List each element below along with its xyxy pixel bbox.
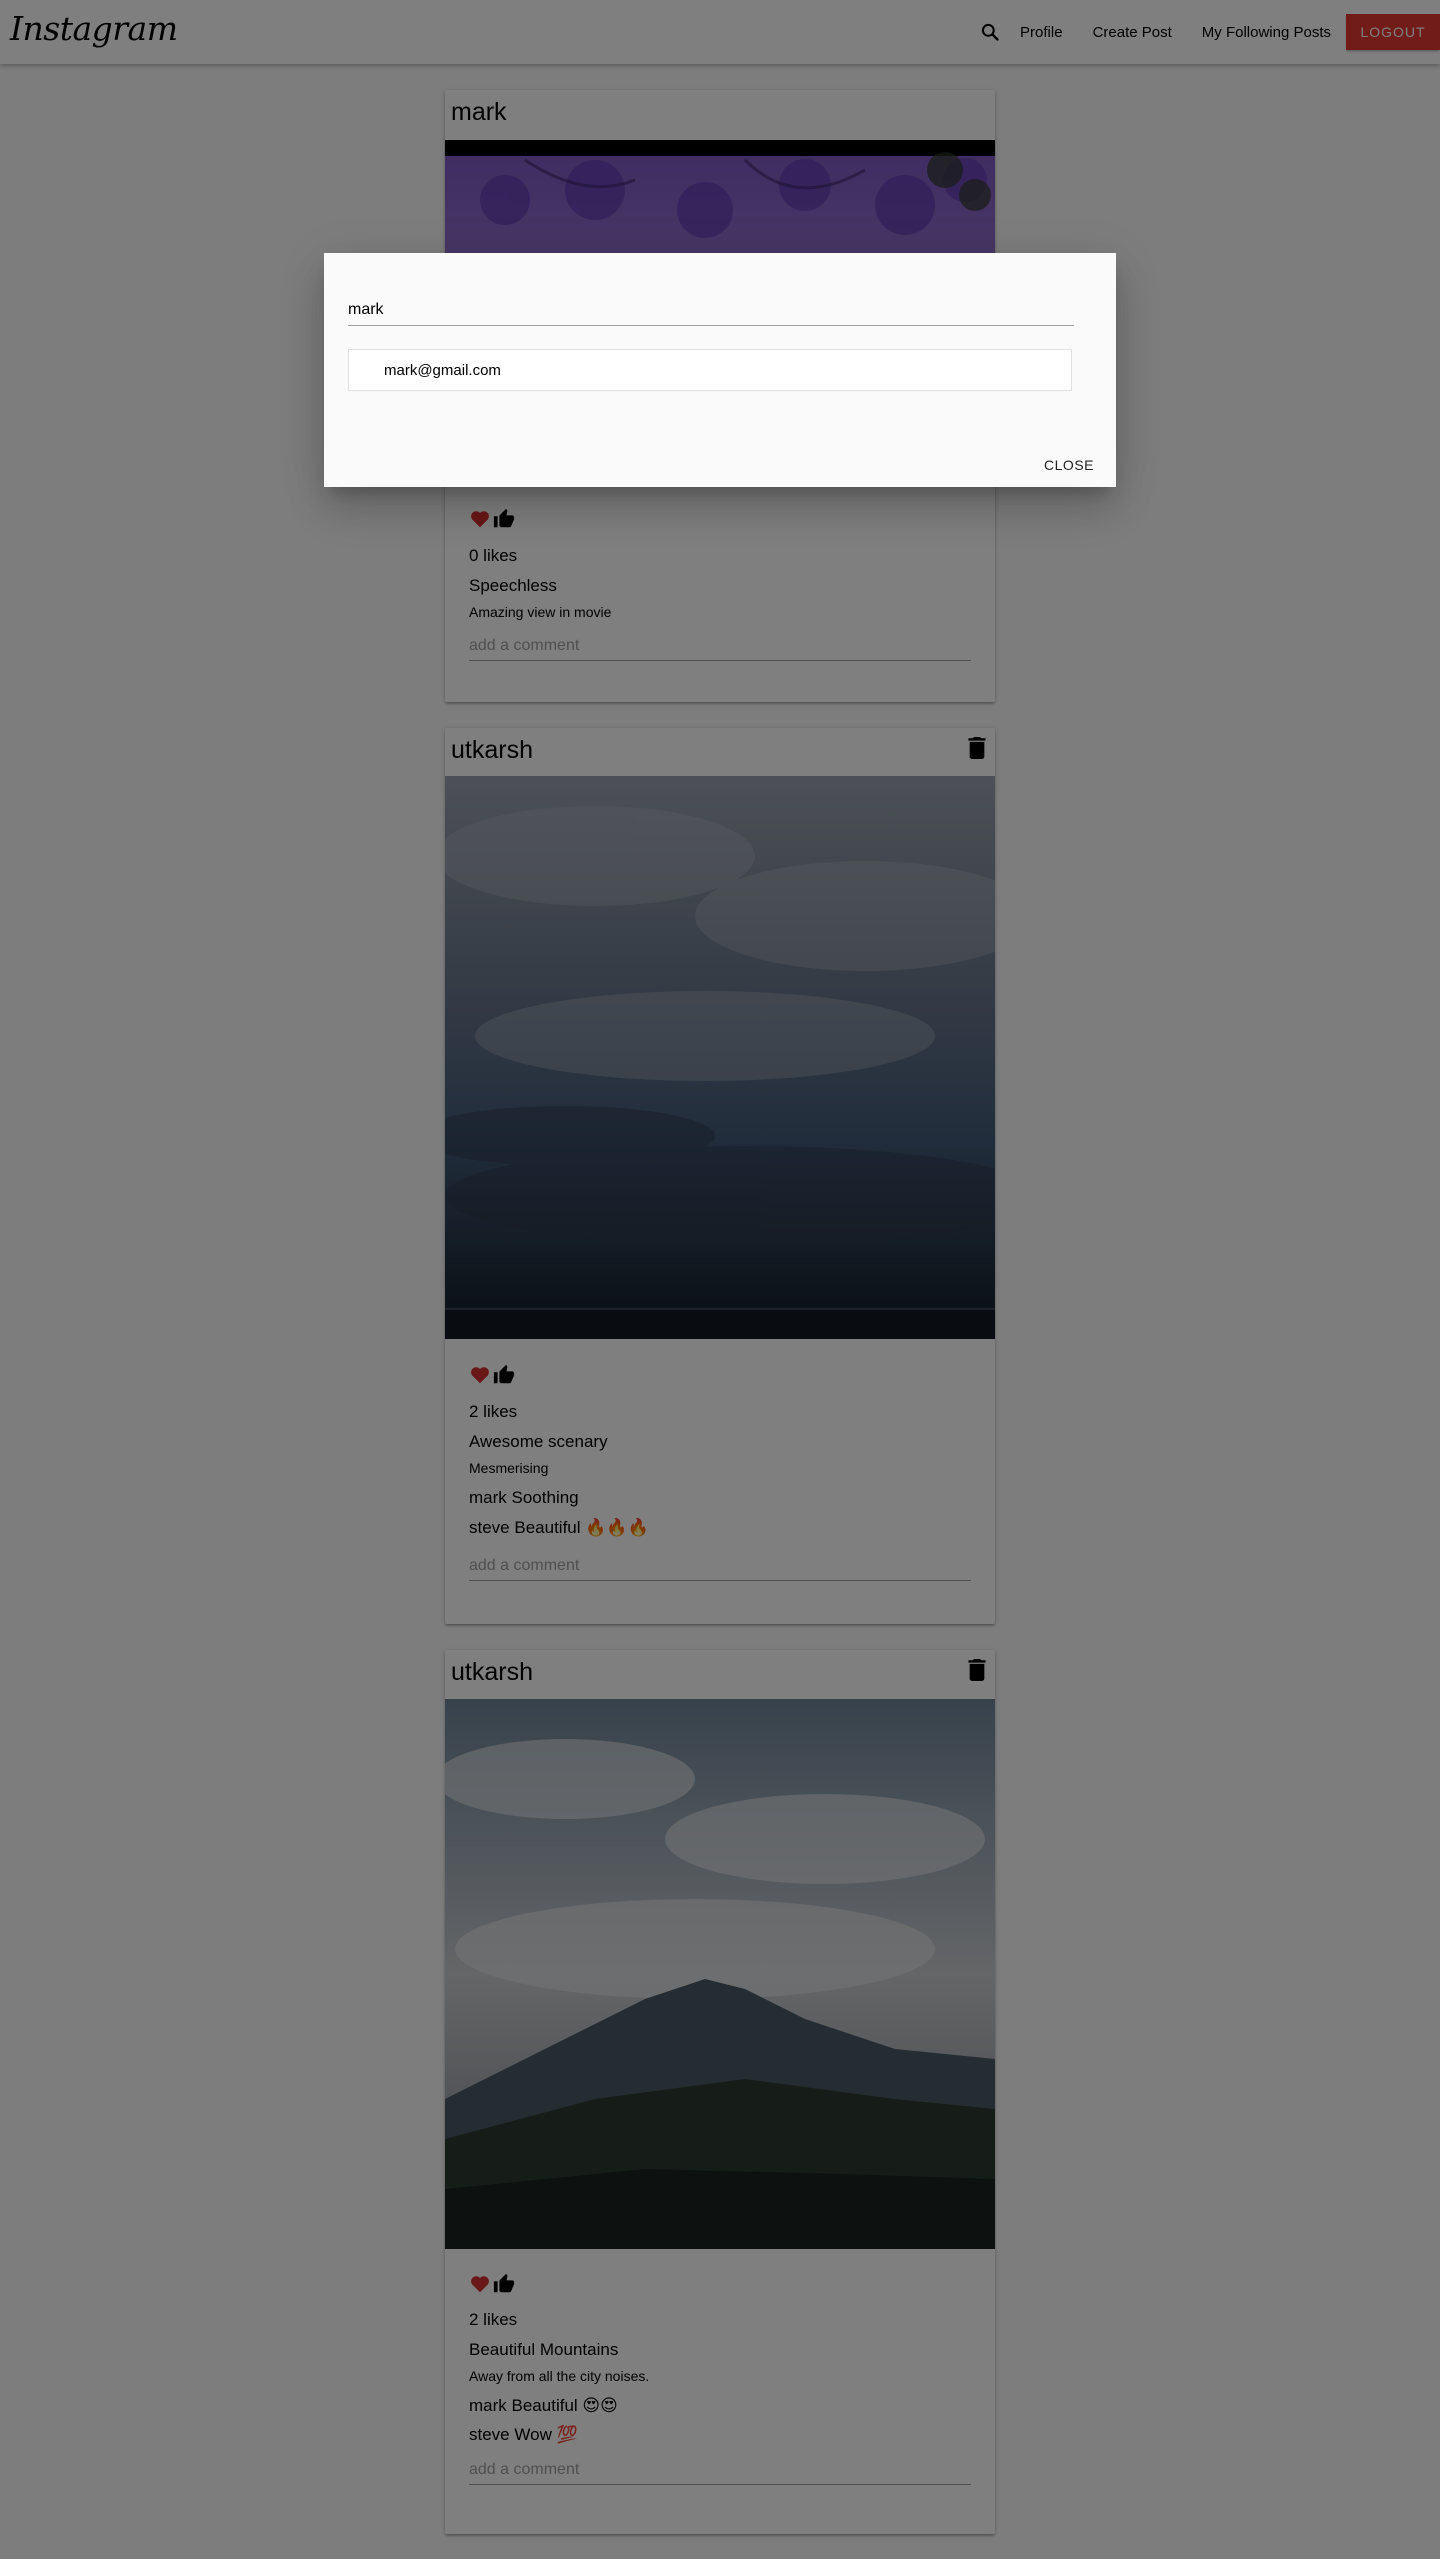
- search-input[interactable]: [348, 295, 1074, 326]
- close-button[interactable]: CLOSE: [1044, 453, 1094, 477]
- search-modal: mark@gmail.com CLOSE: [324, 253, 1116, 487]
- search-result-item[interactable]: mark@gmail.com: [348, 349, 1072, 391]
